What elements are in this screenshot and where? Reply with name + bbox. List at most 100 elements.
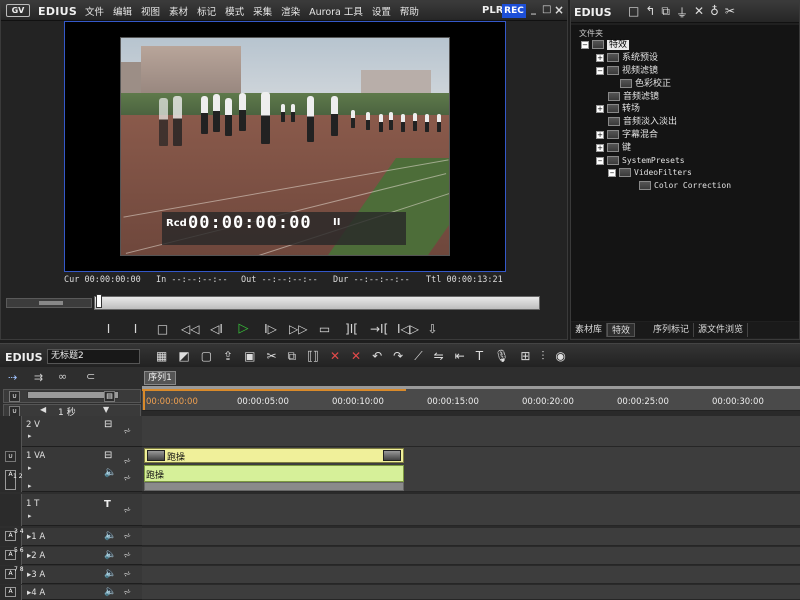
- tree-item-systempresets[interactable]: − SystemPresets: [596, 155, 685, 167]
- speaker-icon[interactable]: 🔈: [104, 530, 116, 541]
- tab-effects[interactable]: 特效: [607, 323, 636, 337]
- menu-clip[interactable]: 素材: [169, 4, 188, 18]
- new-folder-icon[interactable]: □: [628, 4, 639, 21]
- delete-icon[interactable]: ✕: [330, 349, 340, 364]
- tree-item-system-presets[interactable]: + 系统预设: [596, 52, 658, 64]
- minimize-icon[interactable]: _: [531, 4, 536, 15]
- audio-mixer-icon[interactable]: ⫶: [541, 349, 544, 364]
- expand-icon[interactable]: ▸: [28, 512, 32, 520]
- tab-sequence-markers[interactable]: 序列标记: [649, 323, 695, 337]
- rewind-button[interactable]: ◁◁: [181, 322, 199, 336]
- title-icon[interactable]: T: [476, 349, 483, 364]
- menu-help[interactable]: 帮助: [400, 4, 419, 18]
- expand-icon[interactable]: ▸: [28, 432, 32, 440]
- audio-options-icon[interactable]: ⩫: [123, 473, 131, 484]
- up-folder-icon[interactable]: ↰: [645, 4, 655, 21]
- stop-button[interactable]: □: [154, 322, 171, 336]
- menu-capture[interactable]: 采集: [253, 4, 272, 18]
- close-icon[interactable]: ×: [554, 3, 564, 17]
- tree-item-keyers[interactable]: + 键: [596, 142, 631, 154]
- undo-icon[interactable]: ↶: [372, 349, 382, 364]
- video-mute-icon[interactable]: ⊟: [104, 419, 112, 430]
- menu-settings[interactable]: 设置: [372, 4, 391, 18]
- audio-options-icon[interactable]: ⩫: [123, 569, 131, 580]
- speaker-icon[interactable]: 🔈: [104, 549, 116, 560]
- tree-item-videofilters[interactable]: − VideoFilters: [608, 167, 692, 179]
- tree-item-audio-filters[interactable]: 音频滤镜: [608, 91, 659, 103]
- copy-icon[interactable]: ⧉: [661, 4, 670, 21]
- open-icon[interactable]: ⇪: [223, 349, 233, 364]
- sync-icon[interactable]: ⇋: [434, 349, 444, 364]
- shuttle-thumb[interactable]: [39, 301, 63, 305]
- color-icon[interactable]: ◉: [555, 349, 565, 364]
- render-icon[interactable]: ⊞: [520, 349, 530, 364]
- rec-button[interactable]: REC: [502, 4, 526, 18]
- cut-icon[interactable]: ✂: [266, 349, 276, 364]
- tree-item-transitions[interactable]: + 转场: [596, 103, 640, 115]
- overwrite-button[interactable]: →I[: [370, 322, 388, 336]
- save-icon[interactable]: ▣: [244, 349, 255, 364]
- playhead[interactable]: [143, 391, 145, 410]
- tree-item-audio-fades[interactable]: 音频淡入淡出: [608, 116, 677, 128]
- set-out-button[interactable]: I: [127, 322, 144, 336]
- track-options-icon[interactable]: ⩫: [123, 505, 131, 516]
- insert-button[interactable]: ]I[: [343, 322, 360, 336]
- track-lane-4a[interactable]: [142, 585, 800, 600]
- menu-mode[interactable]: 模式: [225, 4, 244, 18]
- tab-sequence-1[interactable]: 序列1: [144, 371, 176, 385]
- expand-icon[interactable]: ▸: [28, 482, 32, 490]
- shuttle-slider[interactable]: [6, 298, 92, 308]
- position-marker[interactable]: [96, 294, 102, 308]
- ripple-icon[interactable]: ⇤: [455, 349, 465, 364]
- speaker-icon[interactable]: 🔈: [104, 568, 116, 579]
- fast-forward-button[interactable]: ▷▷: [289, 322, 307, 336]
- snap-icon[interactable]: ⟋: [414, 349, 422, 364]
- mode-icon[interactable]: ▦: [156, 349, 167, 364]
- sync-lock-icon[interactable]: ⇉: [34, 371, 43, 384]
- link-icon[interactable]: ∞: [58, 370, 67, 383]
- step-forward-button[interactable]: I▷: [262, 322, 279, 336]
- audio-options-icon[interactable]: ⩫: [123, 531, 131, 542]
- audio-options-icon[interactable]: ⩫: [123, 587, 131, 598]
- audio-clip[interactable]: 跑操: [144, 465, 404, 482]
- group-icon[interactable]: ⊂: [86, 370, 95, 383]
- new-sequence-icon[interactable]: ▢: [201, 349, 212, 364]
- lock-icon[interactable]: ∪: [9, 391, 20, 402]
- step-back-button[interactable]: ◁I: [208, 322, 225, 336]
- menu-render[interactable]: 渲染: [281, 4, 300, 18]
- insert-mode-icon[interactable]: ⇢: [8, 371, 17, 384]
- tree-item-color-correction-en[interactable]: Color Correction: [639, 180, 731, 192]
- track-lane-1a[interactable]: [142, 528, 800, 546]
- menu-file[interactable]: 文件: [85, 4, 104, 18]
- video-clip[interactable]: 跑操: [144, 448, 404, 463]
- tab-asset-bin[interactable]: 素材库: [571, 323, 608, 337]
- restore-icon[interactable]: □: [542, 4, 551, 15]
- tree-item-color-correction[interactable]: 色彩校正: [620, 78, 671, 90]
- sync-icon[interactable]: ∪: [5, 451, 16, 462]
- redo-icon[interactable]: ↷: [393, 349, 403, 364]
- speaker-icon[interactable]: 🔈: [104, 467, 116, 478]
- position-bar[interactable]: [94, 296, 540, 310]
- ripple-delete-icon[interactable]: ✕: [351, 349, 361, 364]
- track-options-icon[interactable]: ⩫: [123, 426, 131, 437]
- play-button[interactable]: ▷: [235, 322, 252, 336]
- copy-icon[interactable]: ⧉: [288, 349, 297, 364]
- delete-icon[interactable]: ✕: [694, 4, 704, 21]
- apply-icon[interactable]: ⏚: [676, 4, 688, 21]
- menu-edit[interactable]: 编辑: [113, 4, 132, 18]
- match-frame-button[interactable]: I◁▷: [397, 322, 419, 336]
- track-lane-1t[interactable]: [142, 494, 800, 526]
- scale-dropdown-icon[interactable]: ▼: [103, 405, 109, 414]
- menu-view[interactable]: 视图: [141, 4, 160, 18]
- tab-source-browser[interactable]: 源文件浏览: [694, 323, 749, 337]
- scale-left-arrow-icon[interactable]: ◀: [40, 405, 46, 414]
- track-lane-2a[interactable]: [142, 547, 800, 565]
- menu-marker[interactable]: 标记: [197, 4, 216, 18]
- title-track-icon[interactable]: T: [104, 499, 111, 510]
- track-options-icon[interactable]: ⩫: [123, 456, 131, 467]
- track-lane-2v[interactable]: [142, 416, 800, 447]
- export-button[interactable]: ⇩: [424, 322, 441, 336]
- expand-icon[interactable]: ▸: [28, 464, 32, 472]
- zoom-handle-icon[interactable]: ▤: [104, 391, 115, 402]
- menu-tools[interactable]: Aurora 工具: [309, 4, 363, 18]
